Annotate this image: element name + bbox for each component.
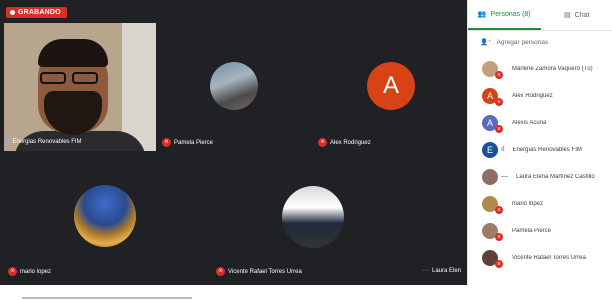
add-people-button[interactable]: 👤⁺ Agregar personas <box>468 31 612 53</box>
tab-people[interactable]: 👥 Personas (8) <box>468 0 541 30</box>
list-item[interactable]: ⨯ Pamela Pierce <box>468 217 612 244</box>
mic-off-icon: ⨯ <box>495 232 503 241</box>
tile-name-energias: ıl Energias Renovables FIM <box>6 138 82 145</box>
avatar: E <box>482 141 498 158</box>
more-dots-icon: ··· <box>422 267 429 274</box>
person-name: Alex Rodriguez <box>512 92 553 99</box>
tile-name-pamela: ⨯ Pamela Pierce <box>162 138 214 147</box>
list-item[interactable]: ⨯ Vicente Rafael Torres Urrea <box>468 244 612 271</box>
avatar: ⨯ <box>482 195 503 214</box>
mic-off-icon: ⨯ <box>318 138 327 147</box>
avatar-pamela <box>210 62 258 110</box>
video-person-glasses <box>40 71 106 85</box>
people-list: ⨯ Marlene Zamora Vaquero (Tú) A ⨯ Alex Ro… <box>468 55 612 271</box>
mic-on-icon: ıl <box>501 146 505 153</box>
avatar: ⨯ <box>482 60 503 79</box>
list-item[interactable]: A ⨯ Alex Rodriguez <box>468 82 612 109</box>
mic-off-icon: ⨯ <box>8 267 17 276</box>
add-person-icon: 👤⁺ <box>480 39 492 46</box>
tab-chat[interactable]: ▤ Chat <box>541 0 612 30</box>
mic-off-icon: ⨯ <box>495 124 503 133</box>
avatar-alex: A <box>367 62 415 110</box>
person-name: Energías Renovables FIM <box>512 146 582 153</box>
mic-on-icon: — <box>501 173 508 180</box>
tile-name-laura: ··· Laura Elen <box>422 267 462 274</box>
person-name: Vicente Rafael Torres Urrea <box>512 254 586 261</box>
avatar-vicente <box>282 186 344 248</box>
tile-name-mario: ⨯ mario lopez <box>8 267 52 276</box>
avatar: ⨯ <box>482 222 503 241</box>
list-item[interactable]: E ıl Energías Renovables FIM <box>468 136 612 163</box>
tile-name-vicente: ⨯ Vicente Rafael Torres Urrea <box>216 267 302 276</box>
video-person-hair <box>38 39 108 67</box>
person-name: Laura Elena Martínez Castillo <box>516 173 595 180</box>
mic-on-icon: ıl <box>6 138 10 145</box>
recording-label: GRABANDO <box>18 9 61 16</box>
list-item[interactable]: A ⨯ Alexis Acuña <box>468 109 612 136</box>
mic-off-icon: ⨯ <box>495 259 503 268</box>
mic-off-icon: ⨯ <box>495 97 503 106</box>
avatar: A ⨯ <box>482 87 503 106</box>
mic-off-icon: ⨯ <box>495 70 503 79</box>
background-wall <box>122 23 156 151</box>
person-name: Marlene Zamora Vaquero (Tú) <box>512 65 593 72</box>
video-tile-energias[interactable] <box>4 23 156 151</box>
mic-off-icon: ⨯ <box>495 205 503 214</box>
people-icon: 👥 <box>477 11 487 18</box>
recording-dot-icon <box>10 10 15 15</box>
list-item[interactable]: ⨯ Marlene Zamora Vaquero (Tú) <box>468 55 612 82</box>
avatar: A ⨯ <box>482 114 503 133</box>
person-name: mario lópez <box>512 200 544 207</box>
avatar-mario <box>74 185 136 247</box>
video-stage: GRABANDO ıl Energias Renovables FIM ⨯ Pa… <box>0 0 467 300</box>
people-panel: 👥 Personas (8) ▤ Chat 👤⁺ Agregar persona… <box>467 0 612 300</box>
panel-tabs: 👥 Personas (8) ▤ Chat <box>468 0 612 31</box>
chat-icon: ▤ <box>564 12 571 19</box>
list-item[interactable]: — Laura Elena Martínez Castillo <box>468 163 612 190</box>
person-name: Alexis Acuña <box>512 119 547 126</box>
recording-badge: GRABANDO <box>6 7 67 18</box>
tile-name-alex: ⨯ Alex Rodriguez <box>318 138 371 147</box>
mic-off-icon: ⨯ <box>162 138 171 147</box>
list-item[interactable]: ⨯ mario lópez <box>468 190 612 217</box>
mic-off-icon: ⨯ <box>216 267 225 276</box>
avatar: ⨯ <box>482 249 503 268</box>
scrollbar[interactable] <box>22 297 192 299</box>
person-name: Pamela Pierce <box>512 227 552 234</box>
avatar <box>482 168 498 185</box>
